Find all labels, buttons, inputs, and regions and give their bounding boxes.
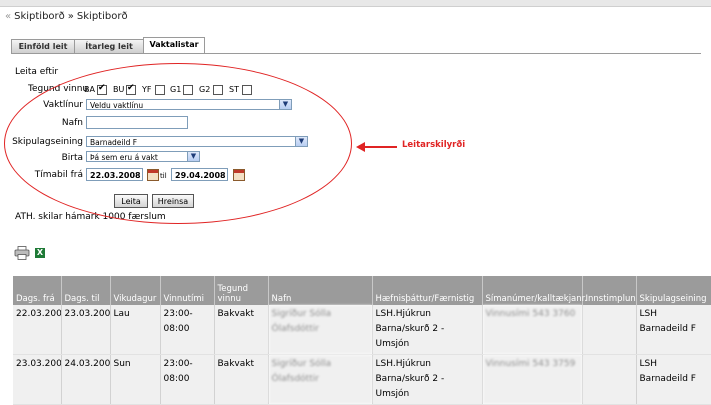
cell-innstimplun <box>582 305 637 355</box>
cell-haefni: LSH.Hjúkrun Barna/skurð 2 - Umsjón <box>372 305 483 355</box>
cell-dags-til: 23.03.2008 <box>61 305 111 355</box>
cell-haefni: LSH.Hjúkrun Barna/skurð 2 - Umsjón <box>372 354 483 405</box>
cell-innstimplun <box>582 354 637 405</box>
cell-skipulagseining: LSH Barnadeild F <box>636 305 711 355</box>
cell-simanumer: Vinnusími 543 3760 <box>482 305 583 355</box>
breadcrumb: «Skiptiborð» Skiptiborð <box>5 11 128 22</box>
col-header-haefnisthattur[interactable]: Hæfnisþáttur/Færnistig <box>372 276 483 305</box>
col-header-tegund-vinnu[interactable]: Tegund vinnu <box>214 276 269 305</box>
table-row[interactable]: 22.03.2008 23.03.2008 Lau 23:00-08:00 Ba… <box>13 305 711 355</box>
cell-skipulagseining: LSH Barnadeild F <box>636 354 711 405</box>
annotation-label: Leitarskilyrði <box>402 140 466 150</box>
col-header-simanumer[interactable]: Símanúmer/kalltækjanr. <box>482 276 587 305</box>
col-header-vinnutimi[interactable]: Vinnutími <box>160 276 215 305</box>
excel-export-icon[interactable]: X <box>35 248 45 258</box>
breadcrumb-separator: » <box>67 11 74 22</box>
annotation-arrow-line <box>362 146 397 148</box>
col-header-dags-fra[interactable]: Dags. frá <box>13 276 62 305</box>
col-header-dags-til[interactable]: Dags. til <box>61 276 111 305</box>
col-header-innstimplun[interactable]: Innstimplun <box>582 276 637 305</box>
col-header-skipulagseining[interactable]: Skipulagseining <box>636 276 711 305</box>
col-header-vikudagur[interactable]: Vikudagur <box>110 276 161 305</box>
arrow-left-icon <box>356 142 365 152</box>
section-label: Leita eftir <box>15 67 59 77</box>
highlight-ellipse <box>4 63 352 224</box>
cell-vikudagur: Lau <box>110 305 161 355</box>
tab-underline <box>11 53 701 54</box>
cell-vinnutimi: 23:00-08:00 <box>160 354 215 405</box>
cell-vinnutimi: 23:00-08:00 <box>160 305 215 355</box>
results-table: Dags. frá Dags. til Vikudagur Vinnutími … <box>13 276 711 405</box>
cell-vikudagur: Sun <box>110 354 161 405</box>
tab-einfold-leit[interactable]: Einföld leit <box>11 39 75 53</box>
cell-simanumer: Vinnusími 543 3759 <box>482 354 583 405</box>
table-row[interactable]: 23.03.2008 24.03.2008 Sun 23:00-08:00 Ba… <box>13 354 711 405</box>
breadcrumb-item-1[interactable]: Skiptiborð <box>14 11 65 22</box>
tab-vaktalistar[interactable]: Vaktalistar <box>143 37 205 54</box>
cell-dags-fra: 22.03.2008 <box>13 305 62 355</box>
cell-dags-fra: 23.03.2008 <box>13 354 62 405</box>
window-top-strip <box>0 0 711 7</box>
breadcrumb-back-icon[interactable]: « <box>5 11 11 22</box>
breadcrumb-item-2: Skiptiborð <box>76 11 128 22</box>
print-icon[interactable] <box>14 246 30 260</box>
tab-itarleg-leit[interactable]: Ítarleg leit <box>74 39 144 53</box>
col-header-nafn[interactable]: Nafn <box>268 276 373 305</box>
cell-tegund: Bakvakt <box>214 354 269 405</box>
cell-tegund: Bakvakt <box>214 305 269 355</box>
cell-nafn: Sigríður Sólla Ólafsdóttir <box>268 305 373 355</box>
table-header-row: Dags. frá Dags. til Vikudagur Vinnutími … <box>13 276 711 305</box>
cell-dags-til: 24.03.2008 <box>61 354 111 405</box>
cell-nafn: Sigríður Sólla Ólafsdóttir <box>268 354 373 405</box>
